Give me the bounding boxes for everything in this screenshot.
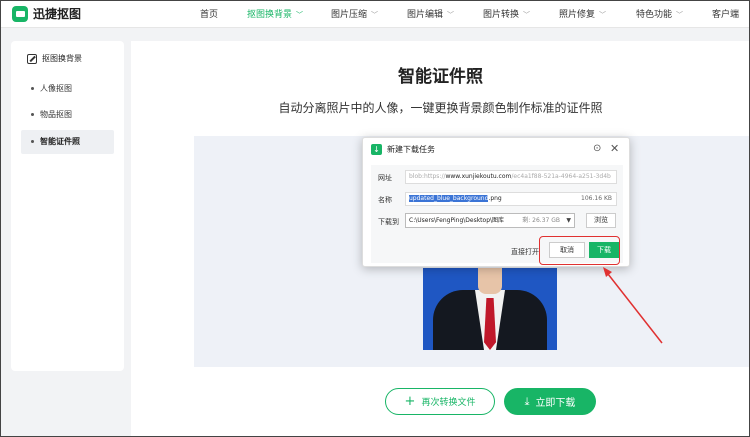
annotation-arrow-icon <box>603 267 663 344</box>
